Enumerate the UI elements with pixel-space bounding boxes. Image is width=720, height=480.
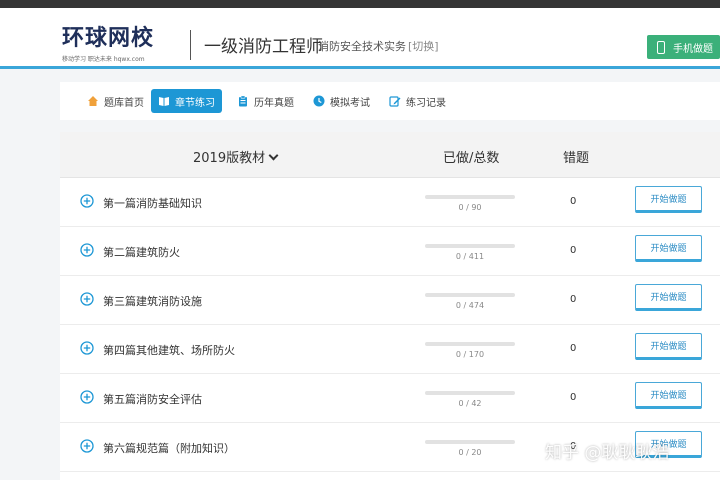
- nav-item-label: 章节练习: [175, 97, 215, 109]
- table-row: 第一篇消防基础知识 0 / 90 0 开始做题: [60, 178, 720, 227]
- expand-plus-icon[interactable]: [80, 243, 94, 257]
- header-divider: [190, 30, 191, 60]
- chapter-table: 2019版教材 已做/总数 错题 第一篇消防基础知识 0 / 90 0 开始做题…: [60, 132, 720, 480]
- expand-plus-icon[interactable]: [80, 439, 94, 453]
- browser-top-strip: [0, 0, 720, 8]
- nav-item-label: 历年真题: [254, 97, 294, 109]
- progress-bar: [425, 195, 515, 199]
- logo-tagline: 移动学习 职达未来 hqwx.com: [62, 56, 145, 63]
- chapter-name[interactable]: 第一篇消防基础知识: [103, 195, 202, 211]
- progress-bar: [425, 244, 515, 248]
- nav-item-label: 模拟考试: [330, 97, 370, 109]
- table-header: 2019版教材 已做/总数 错题: [60, 132, 720, 178]
- expand-plus-icon[interactable]: [80, 390, 94, 404]
- chapter-name[interactable]: 第四篇其他建筑、场所防火: [103, 342, 235, 358]
- table-row: 第四篇其他建筑、场所防火 0 / 170 0 开始做题: [60, 325, 720, 374]
- chapter-name[interactable]: 第六篇规范篇（附加知识）: [103, 440, 235, 456]
- logo-text: 环球网校: [62, 26, 155, 51]
- book-icon: [159, 97, 169, 106]
- home-icon: [88, 96, 98, 106]
- nav-item-label: 题库首页: [104, 97, 144, 109]
- clipboard-icon: [239, 95, 247, 107]
- expand-plus-icon[interactable]: [80, 341, 94, 355]
- exam-title: 一级消防工程师: [204, 37, 323, 57]
- clock-icon: [313, 95, 325, 107]
- start-practice-button[interactable]: 开始做题: [635, 382, 702, 409]
- start-practice-button[interactable]: 开始做题: [635, 284, 702, 311]
- chapter-name[interactable]: 第五篇消防安全评估: [103, 391, 202, 407]
- nav-item-chapter-practice[interactable]: 章节练习: [151, 89, 222, 113]
- zhihu-watermark: 知乎 @耿耿耿浩: [545, 443, 670, 463]
- wrong-count: 0: [570, 245, 577, 256]
- progress-count: 0 / 20: [458, 448, 482, 457]
- progress-count: 0 / 170: [455, 350, 485, 359]
- expand-plus-icon[interactable]: [80, 292, 94, 306]
- switch-subject-link[interactable]: [切换]: [408, 40, 439, 53]
- mobile-practice-label: 手机做题: [673, 43, 713, 55]
- table-row: 第三篇建筑消防设施 0 / 474 0 开始做题: [60, 276, 720, 325]
- nav-item-label: 练习记录: [406, 97, 446, 109]
- wrong-count: 0: [570, 343, 577, 354]
- progress-count: 0 / 411: [455, 252, 485, 261]
- chevron-down-icon: [268, 150, 279, 161]
- wrong-count: 0: [570, 294, 577, 305]
- table-row: 第五篇消防安全评估 0 / 42 0 开始做题: [60, 374, 720, 423]
- progress-bar: [425, 391, 515, 395]
- start-practice-button[interactable]: 开始做题: [635, 333, 702, 360]
- exam-subject: 消防安全技术实务 [切换]: [318, 38, 439, 54]
- column-header-wrong: 错题: [563, 151, 590, 166]
- pencil-icon: [389, 96, 401, 107]
- progress-bar: [425, 342, 515, 346]
- progress-count: 0 / 42: [458, 399, 482, 408]
- table-row: 第二篇建筑防火 0 / 411 0 开始做题: [60, 227, 720, 276]
- expand-plus-icon[interactable]: [80, 194, 94, 208]
- chapter-name[interactable]: 第二篇建筑防火: [103, 244, 180, 260]
- start-practice-button[interactable]: 开始做题: [635, 235, 702, 262]
- progress-bar: [425, 440, 515, 444]
- wrong-count: 0: [570, 196, 577, 207]
- chapter-name[interactable]: 第三篇建筑消防设施: [103, 293, 202, 309]
- wrong-count: 0: [570, 392, 577, 403]
- phone-icon: [657, 40, 665, 54]
- nav-item-past-exams[interactable]: 历年真题: [230, 89, 301, 113]
- progress-count: 0 / 474: [455, 301, 485, 310]
- nav-item-practice-record[interactable]: 练习记录: [382, 89, 453, 113]
- progress-count: 0 / 90: [458, 203, 482, 212]
- start-practice-button[interactable]: 开始做题: [635, 186, 702, 213]
- nav-item-mock-exam[interactable]: 模拟考试: [306, 89, 377, 113]
- site-header: 环球网校 移动学习 职达未来 hqwx.com 一级消防工程师 消防安全技术实务…: [0, 8, 720, 69]
- mobile-practice-button[interactable]: 手机做题: [647, 35, 720, 59]
- nav-item-home[interactable]: 题库首页: [80, 89, 151, 113]
- exam-subject-label: 消防安全技术实务: [318, 40, 406, 53]
- progress-bar: [425, 293, 515, 297]
- practice-nav: 题库首页 章节练习 历年真题 模拟考试 练习记录: [60, 82, 720, 120]
- site-logo[interactable]: 环球网校 移动学习 职达未来 hqwx.com: [62, 20, 172, 66]
- textbook-version-label: 2019版教材: [193, 151, 266, 166]
- textbook-version-select[interactable]: 2019版教材: [193, 147, 279, 166]
- column-header-done-total: 已做/总数: [443, 151, 500, 166]
